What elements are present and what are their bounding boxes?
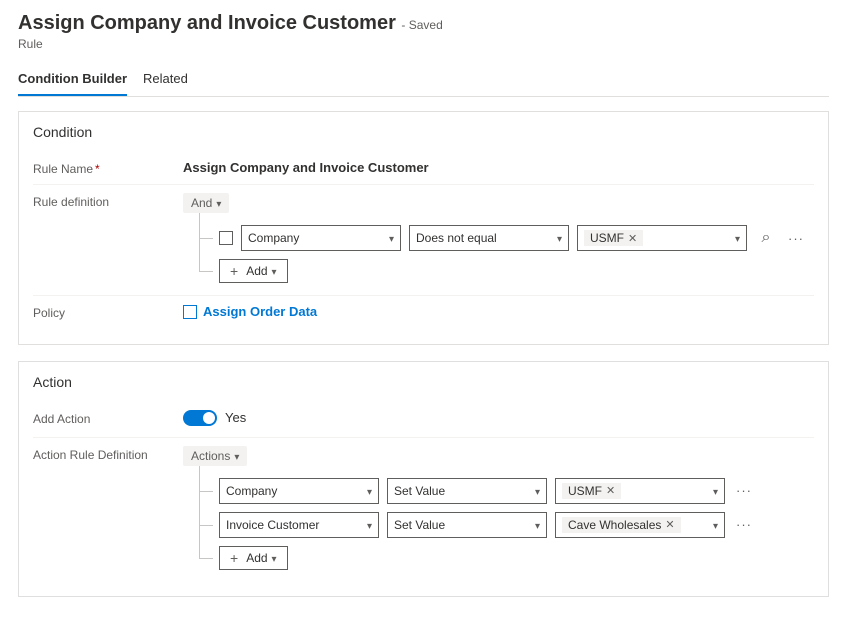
condition-add-row: Add [189,255,814,287]
add-action-toggle[interactable] [183,410,217,426]
chevron-down-icon [713,484,718,498]
chevron-down-icon [272,264,277,278]
action-operator-combo[interactable]: Set Value [387,512,547,538]
action-grouper-label: Actions [191,449,230,463]
condition-grouper-and[interactable]: And [183,193,229,213]
more-icon[interactable] [785,227,807,249]
row-checkbox[interactable] [219,231,233,245]
condition-panel-title: Condition [33,124,814,140]
remove-token-icon[interactable]: ✕ [665,518,674,531]
action-field-text: Company [226,484,277,498]
action-grouper-actions[interactable]: Actions [183,446,247,466]
chevron-down-icon [535,484,540,498]
condition-value-combo[interactable]: USMF ✕ [577,225,747,251]
chevron-down-icon [557,231,562,245]
rule-name-label: Rule Name* [33,160,183,176]
condition-operator-combo[interactable]: Does not equal [409,225,569,251]
more-icon[interactable] [733,514,755,536]
plus-icon [230,263,242,279]
add-action-toggle-value: Yes [225,410,246,425]
entity-type-label: Rule [18,37,829,51]
search-icon[interactable] [755,227,777,249]
chevron-down-icon [535,518,540,532]
action-operator-text: Set Value [394,518,445,532]
condition-operator-text: Does not equal [416,231,497,245]
chevron-down-icon [234,449,239,463]
value-token: USMF ✕ [562,483,621,499]
policy-icon [183,305,197,319]
action-rule-definition-label: Action Rule Definition [33,446,183,462]
policy-link[interactable]: Assign Order Data [183,304,317,319]
add-action-button[interactable]: Add [219,546,288,570]
plus-icon [230,550,242,566]
remove-token-icon[interactable]: ✕ [628,232,637,245]
saved-indicator: - Saved [401,18,442,32]
rule-name-value[interactable]: Assign Company and Invoice Customer [183,160,814,175]
tab-bar: Condition Builder Related [18,65,829,97]
chevron-down-icon [367,484,372,498]
action-value-combo[interactable]: USMF ✕ [555,478,725,504]
rule-name-label-text: Rule Name [33,162,93,176]
policy-label: Policy [33,304,183,320]
action-row: Invoice Customer Set Value Cave Wholesal… [189,508,814,542]
required-marker: * [95,162,100,176]
chevron-down-icon [735,231,740,245]
add-button-label: Add [246,551,267,565]
value-token-text: Cave Wholesales [568,518,661,532]
page-title: Assign Company and Invoice Customer - Sa… [18,12,829,35]
action-panel-title: Action [33,374,814,390]
tab-condition-builder[interactable]: Condition Builder [18,65,127,96]
add-condition-button[interactable]: Add [219,259,288,283]
value-token: Cave Wholesales ✕ [562,517,681,533]
chevron-down-icon [389,231,394,245]
action-field-combo[interactable]: Company [219,478,379,504]
action-operator-combo[interactable]: Set Value [387,478,547,504]
chevron-down-icon [272,551,277,565]
chevron-down-icon [713,518,718,532]
condition-row: Company Does not equal USMF ✕ [189,221,814,255]
page-title-text: Assign Company and Invoice Customer [18,12,396,34]
chevron-down-icon [367,518,372,532]
action-field-text: Invoice Customer [226,518,319,532]
rule-definition-label: Rule definition [33,193,183,209]
condition-panel: Condition Rule Name* Assign Company and … [18,111,829,345]
add-action-label: Add Action [33,410,183,426]
value-token-text: USMF [568,484,602,498]
action-row: Company Set Value USMF ✕ [189,474,814,508]
more-icon[interactable] [733,480,755,502]
remove-token-icon[interactable]: ✕ [606,484,615,497]
condition-field-text: Company [248,231,299,245]
value-token-text: USMF [590,231,624,245]
action-panel: Action Add Action Yes Action Rule Defini… [18,361,829,597]
condition-grouper-label: And [191,196,212,210]
action-value-combo[interactable]: Cave Wholesales ✕ [555,512,725,538]
chevron-down-icon [216,196,221,210]
add-button-label: Add [246,264,267,278]
tab-related[interactable]: Related [143,65,188,96]
condition-field-combo[interactable]: Company [241,225,401,251]
action-field-combo[interactable]: Invoice Customer [219,512,379,538]
value-token: USMF ✕ [584,230,643,246]
action-operator-text: Set Value [394,484,445,498]
policy-link-text: Assign Order Data [203,304,317,319]
action-add-row: Add [189,542,814,574]
